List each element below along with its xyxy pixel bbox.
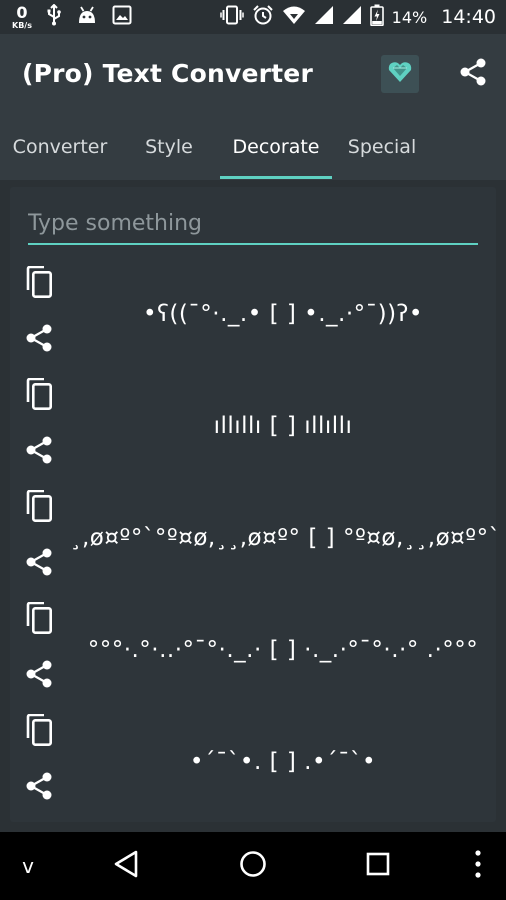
android-icon (76, 5, 98, 29)
app-bar: (Pro) Text Converter (0, 34, 506, 114)
app-title: (Pro) Text Converter (22, 59, 313, 88)
decorate-card: •ʕ((¯°·._.• [ ] •._.·°¯))ʔ• ıllıllı [ ] … (10, 187, 496, 822)
network-speed-unit: KB/s (12, 20, 32, 30)
share-icon (458, 57, 488, 91)
copy-button[interactable] (22, 601, 56, 638)
copy-button[interactable] (22, 489, 56, 526)
decoration-row: ıllıllı [ ] ıllıllı (10, 377, 496, 491)
share-icon (24, 323, 54, 357)
share-icon (24, 435, 54, 469)
decoration-text[interactable]: ¸,ø¤º°`°º¤ø,¸¸,ø¤º° [ ] °º¤ø,¸¸,ø¤º°`°º¤… (70, 513, 496, 563)
more-vert-icon (473, 849, 483, 883)
tab-converter[interactable]: Converter (4, 114, 116, 180)
tab-decorate[interactable]: Decorate (220, 114, 332, 180)
text-input[interactable] (28, 203, 478, 243)
copy-icon (25, 265, 53, 302)
network-speed-value: 0 (16, 2, 28, 22)
share-decoration-button[interactable] (22, 323, 56, 357)
battery-percent: 14% (391, 7, 428, 27)
text-input-container (28, 203, 478, 247)
home-icon (238, 849, 268, 883)
decoration-row: °°°·.°·..·°¯°·._.· [ ] ·._.·°¯°·.·° .·°°… (10, 601, 496, 715)
signal-icon (342, 5, 362, 29)
navigation-bar: v (0, 832, 506, 900)
copy-icon (25, 713, 53, 750)
recents-icon (365, 851, 391, 881)
decoration-text[interactable]: •ʕ((¯°·._.• [ ] •._.·°¯))ʔ• (70, 289, 496, 339)
battery-charging-icon (369, 4, 384, 30)
status-bar: 0 KB/s 14% 14:40 (0, 0, 506, 34)
share-icon (24, 659, 54, 693)
wifi-icon (282, 5, 306, 29)
copy-icon (25, 489, 53, 526)
recents-button[interactable] (358, 846, 398, 886)
tab-indicator (220, 176, 332, 179)
overflow-menu-button[interactable] (458, 846, 498, 886)
chevron-down-icon: v (22, 854, 34, 878)
input-underline (28, 243, 478, 245)
signal-icon (314, 5, 334, 29)
share-button[interactable] (455, 56, 491, 92)
tab-style[interactable]: Style (114, 114, 224, 180)
decoration-row: ¸,ø¤º°`°º¤ø,¸¸,ø¤º° [ ] °º¤ø,¸¸,ø¤º°`°º¤… (10, 489, 496, 603)
copy-button[interactable] (22, 713, 56, 750)
clock: 14:40 (441, 6, 496, 28)
decoration-row: •´¯`•. [ ] .•´¯`• (10, 713, 496, 827)
heart-gem-icon (387, 60, 413, 88)
share-decoration-button[interactable] (22, 435, 56, 469)
copy-button[interactable] (22, 377, 56, 414)
network-speed: 0 KB/s (12, 2, 32, 30)
copy-button[interactable] (22, 265, 56, 302)
decoration-row: •ʕ((¯°·._.• [ ] •._.·°¯))ʔ• (10, 265, 496, 379)
share-decoration-button[interactable] (22, 659, 56, 693)
pro-button[interactable] (381, 55, 419, 93)
decoration-text[interactable]: °°°·.°·..·°¯°·._.· [ ] ·._.·°¯°·.·° .·°°… (70, 625, 496, 675)
back-icon (112, 849, 140, 883)
home-button[interactable] (233, 846, 273, 886)
share-icon (24, 547, 54, 581)
vibrate-icon (219, 5, 244, 29)
share-decoration-button[interactable] (22, 771, 56, 805)
back-button[interactable] (106, 846, 146, 886)
share-decoration-button[interactable] (22, 547, 56, 581)
usb-icon (46, 3, 62, 30)
copy-icon (25, 601, 53, 638)
keyboard-hide-button[interactable]: v (8, 846, 48, 886)
tab-special[interactable]: Special (328, 114, 436, 180)
image-icon (112, 5, 132, 29)
share-icon (24, 771, 54, 805)
decoration-text[interactable]: ıllıllı [ ] ıllıllı (70, 401, 496, 451)
decoration-text[interactable]: •´¯`•. [ ] .•´¯`• (70, 737, 496, 787)
alarm-icon (252, 4, 274, 30)
copy-icon (25, 377, 53, 414)
tab-bar: Converter Style Decorate Special (0, 114, 506, 180)
